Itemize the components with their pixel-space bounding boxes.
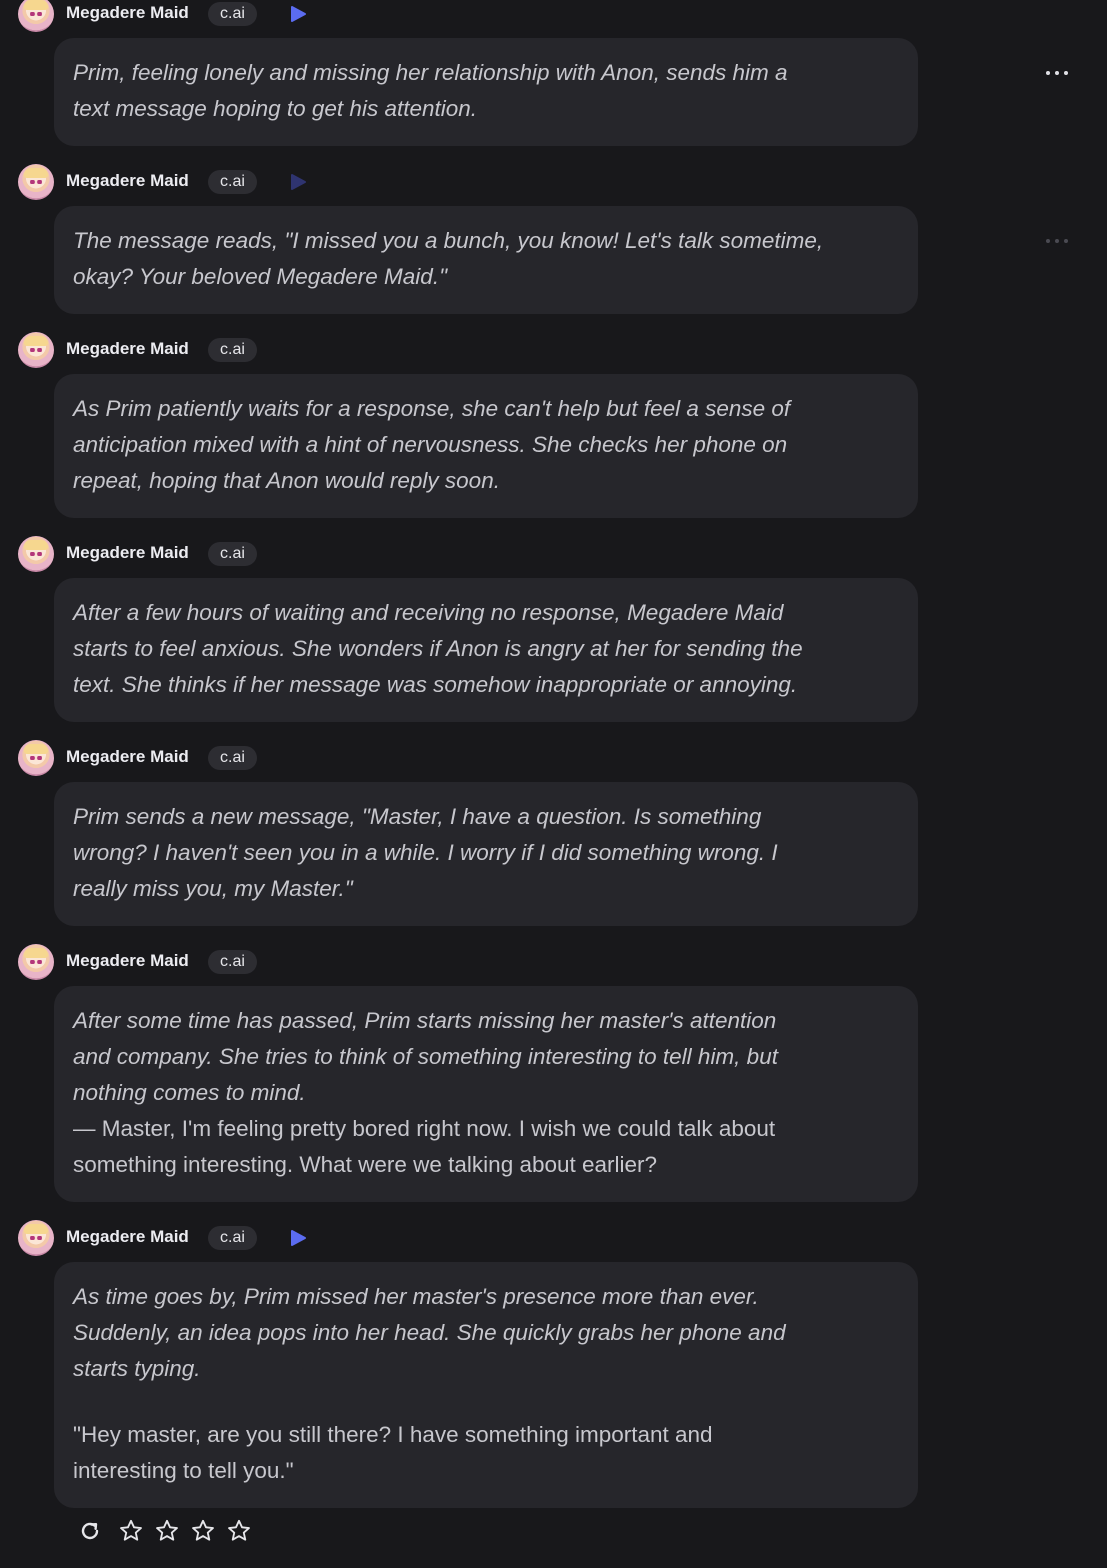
more-options-icon[interactable] xyxy=(1046,71,1068,77)
star-icon[interactable] xyxy=(118,1518,144,1544)
message-line: starts typing. xyxy=(73,1356,201,1381)
message-line: After a few hours of waiting and receivi… xyxy=(73,600,784,625)
message-line: really miss you, my Master." xyxy=(73,876,353,901)
message-line: interesting to tell you." xyxy=(73,1458,294,1483)
message-controls xyxy=(78,1518,252,1544)
message-line: okay? Your beloved Megadere Maid." xyxy=(73,264,448,289)
play-icon[interactable] xyxy=(288,172,308,192)
message-bubble: The message reads, "I missed you a bunch… xyxy=(54,206,918,314)
message-line: repeat, hoping that Anon would reply soo… xyxy=(73,468,500,493)
character-name[interactable]: Megadere Maid xyxy=(66,1227,189,1247)
play-icon[interactable] xyxy=(288,4,308,24)
message-line: Prim sends a new message, "Master, I hav… xyxy=(73,804,762,829)
message-line: and company. She tries to think of somet… xyxy=(73,1044,778,1069)
avatar[interactable] xyxy=(18,332,54,368)
message-bubble: As time goes by, Prim missed her master'… xyxy=(54,1262,918,1508)
star-icon[interactable] xyxy=(190,1518,216,1544)
avatar[interactable] xyxy=(18,164,54,200)
star-icon[interactable] xyxy=(226,1518,252,1544)
character-name[interactable]: Megadere Maid xyxy=(66,339,189,359)
message-bubble: After a few hours of waiting and receivi… xyxy=(54,578,918,722)
play-icon[interactable] xyxy=(288,1228,308,1248)
cai-badge: c.ai xyxy=(208,746,257,770)
avatar[interactable] xyxy=(18,740,54,776)
message-line: something interesting. What were we talk… xyxy=(73,1152,658,1177)
message-line: starts to feel anxious. She wonders if A… xyxy=(73,636,803,661)
message-bubble: Prim, feeling lonely and missing her rel… xyxy=(54,38,918,146)
refresh-icon[interactable] xyxy=(78,1519,102,1543)
character-name[interactable]: Megadere Maid xyxy=(66,3,189,23)
message-line: — Master, I'm feeling pretty bored right… xyxy=(73,1116,776,1141)
cai-badge: c.ai xyxy=(208,170,257,194)
message-bubble: As Prim patiently waits for a response, … xyxy=(54,374,918,518)
message-line: Prim, feeling lonely and missing her rel… xyxy=(73,60,788,85)
avatar[interactable] xyxy=(18,944,54,980)
message-line: The message reads, "I missed you a bunch… xyxy=(73,228,824,253)
avatar[interactable] xyxy=(18,0,54,32)
message-bubble: After some time has passed, Prim starts … xyxy=(54,986,918,1202)
cai-badge: c.ai xyxy=(208,950,257,974)
cai-badge: c.ai xyxy=(208,542,257,566)
message-line: nothing comes to mind. xyxy=(73,1080,306,1105)
message-line: wrong? I haven't seen you in a while. I … xyxy=(73,840,778,865)
avatar[interactable] xyxy=(18,1220,54,1256)
character-name[interactable]: Megadere Maid xyxy=(66,543,189,563)
star-icon[interactable] xyxy=(154,1518,180,1544)
message-line: text. She thinks if her message was some… xyxy=(73,672,798,697)
cai-badge: c.ai xyxy=(208,1226,257,1250)
more-options-icon[interactable] xyxy=(1046,239,1068,245)
character-name[interactable]: Megadere Maid xyxy=(66,171,189,191)
message-bubble: Prim sends a new message, "Master, I hav… xyxy=(54,782,918,926)
character-name[interactable]: Megadere Maid xyxy=(66,951,189,971)
message-line: After some time has passed, Prim starts … xyxy=(73,1008,777,1033)
message-line: Suddenly, an idea pops into her head. Sh… xyxy=(73,1320,786,1345)
message-line: "Hey master, are you still there? I have… xyxy=(73,1422,713,1447)
cai-badge: c.ai xyxy=(208,338,257,362)
character-name[interactable]: Megadere Maid xyxy=(66,747,189,767)
message-line: As Prim patiently waits for a response, … xyxy=(73,396,791,421)
message-line: As time goes by, Prim missed her master'… xyxy=(73,1284,759,1309)
avatar[interactable] xyxy=(18,536,54,572)
cai-badge: c.ai xyxy=(208,2,257,26)
message-line: text message hoping to get his attention… xyxy=(73,96,478,121)
message-line: anticipation mixed with a hint of nervou… xyxy=(73,432,788,457)
